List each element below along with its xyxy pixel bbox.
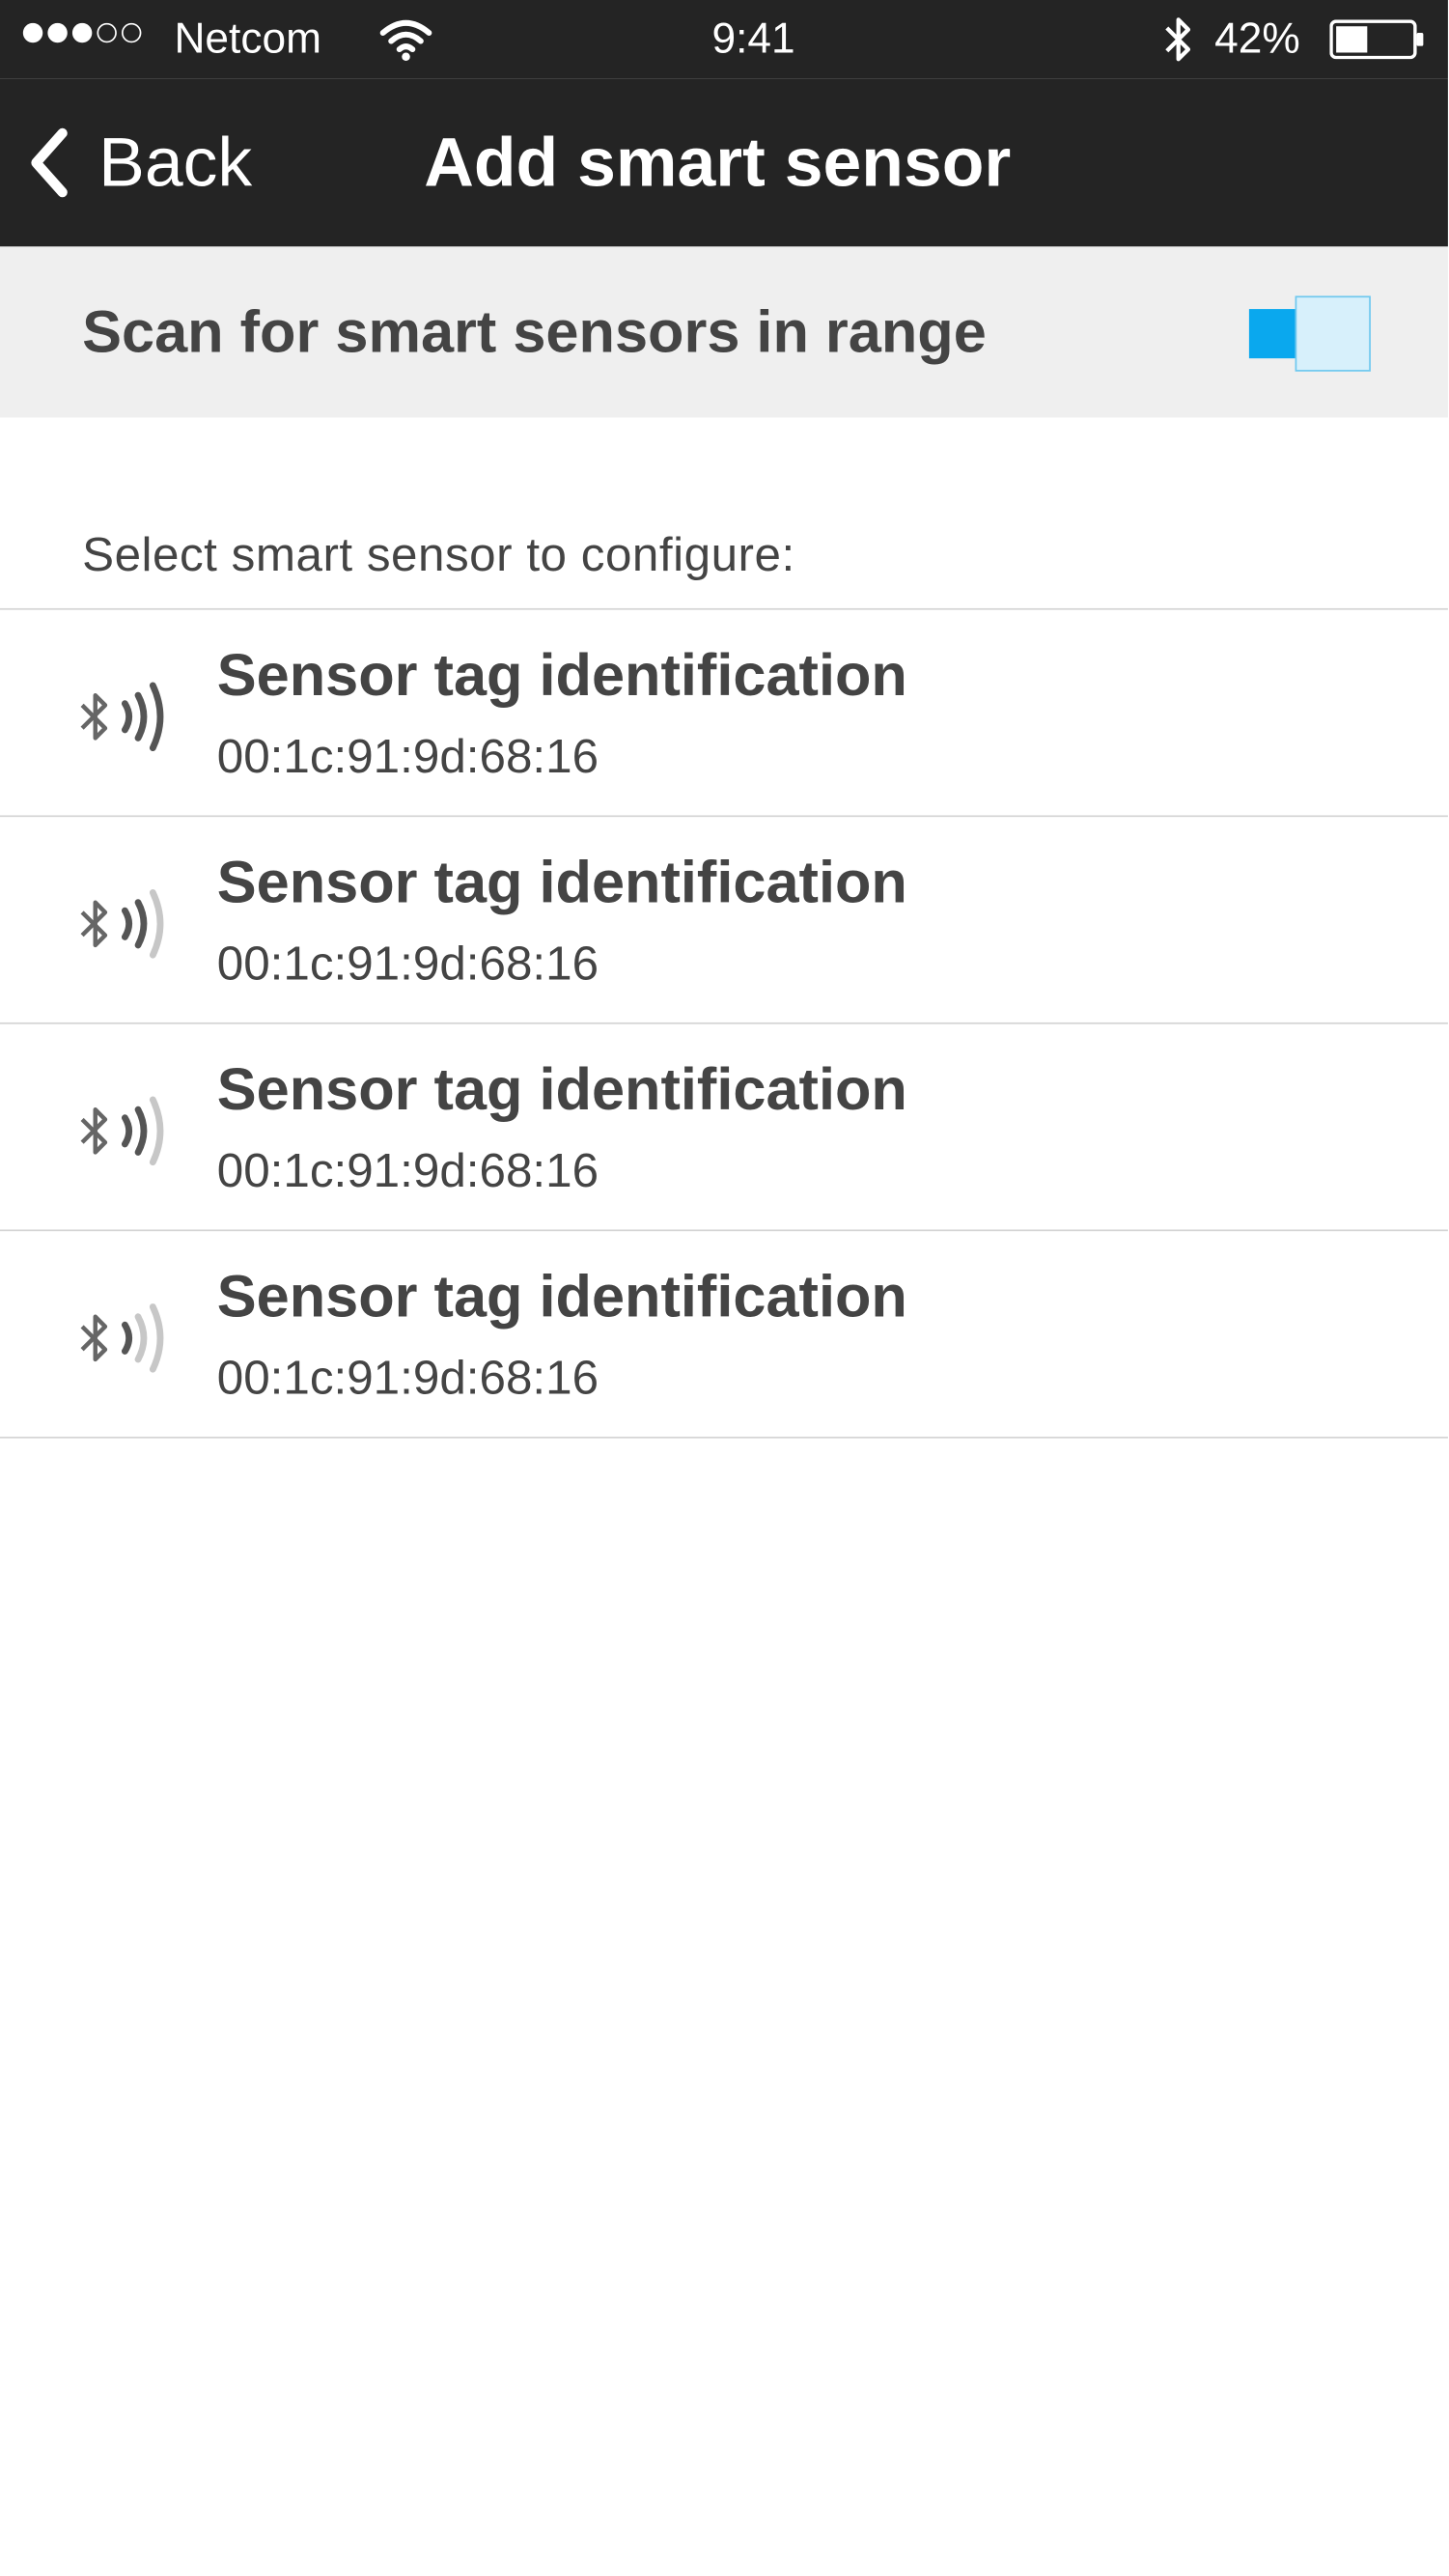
chevron-left-icon — [31, 127, 68, 198]
page-title: Add smart sensor — [424, 123, 1012, 201]
signal-arc — [134, 1106, 148, 1156]
signal-arc — [121, 907, 133, 940]
back-label: Back — [98, 123, 253, 201]
signal-arc — [121, 1114, 133, 1148]
battery-percentage: 42% — [1214, 13, 1300, 63]
back-button[interactable]: Back — [26, 122, 252, 204]
scan-toggle[interactable] — [1248, 295, 1371, 372]
sensor-list-item[interactable]: Sensor tag identification 00:1c:91:9d:68… — [0, 817, 1448, 1024]
signal-arc — [149, 889, 164, 959]
sensor-address: 00:1c:91:9d:68:16 — [216, 938, 599, 992]
signal-arc — [134, 899, 148, 949]
battery-icon — [1329, 19, 1424, 60]
bluetooth-signal-icon — [80, 1303, 164, 1373]
toggle-track — [1295, 295, 1371, 372]
bluetooth-signal-icon — [80, 682, 164, 752]
signal-arc — [149, 682, 164, 752]
sensor-name: Sensor tag identification — [216, 1262, 907, 1330]
sensor-list: Sensor tag identification 00:1c:91:9d:68… — [0, 610, 1448, 1439]
signal-arc — [134, 1313, 148, 1363]
sensor-name: Sensor tag identification — [216, 848, 907, 916]
sensor-name: Sensor tag identification — [216, 1055, 907, 1123]
signal-arc — [134, 691, 148, 742]
app-screen: Netcom 9:41 42% Back Add smart sensor Sc… — [0, 0, 1449, 2576]
bluetooth-icon — [1165, 17, 1191, 62]
toggle-indicator — [1248, 309, 1298, 359]
sensor-list-item[interactable]: Sensor tag identification 00:1c:91:9d:68… — [0, 1231, 1448, 1439]
sensor-list-item[interactable]: Sensor tag identification 00:1c:91:9d:68… — [0, 610, 1448, 818]
signal-arc — [149, 1096, 164, 1166]
signal-arc — [121, 1321, 133, 1355]
sensor-name: Sensor tag identification — [216, 640, 907, 709]
signal-arc — [121, 700, 133, 734]
sensor-address: 00:1c:91:9d:68:16 — [216, 1145, 599, 1199]
bluetooth-signal-icon — [80, 1096, 164, 1166]
navigation-bar: Back Add smart sensor — [0, 78, 1448, 247]
scan-label: Scan for smart sensors in range — [82, 297, 987, 365]
bluetooth-signal-icon — [80, 889, 164, 959]
sensor-address: 00:1c:91:9d:68:16 — [216, 731, 599, 785]
scan-setting-row: Scan for smart sensors in range — [0, 246, 1448, 418]
sensor-list-item[interactable]: Sensor tag identification 00:1c:91:9d:68… — [0, 1024, 1448, 1232]
status-bar: Netcom 9:41 42% — [0, 0, 1448, 79]
signal-arc — [149, 1303, 164, 1373]
sensor-address: 00:1c:91:9d:68:16 — [216, 1353, 599, 1406]
list-header: Select smart sensor to configure: — [82, 529, 795, 582]
